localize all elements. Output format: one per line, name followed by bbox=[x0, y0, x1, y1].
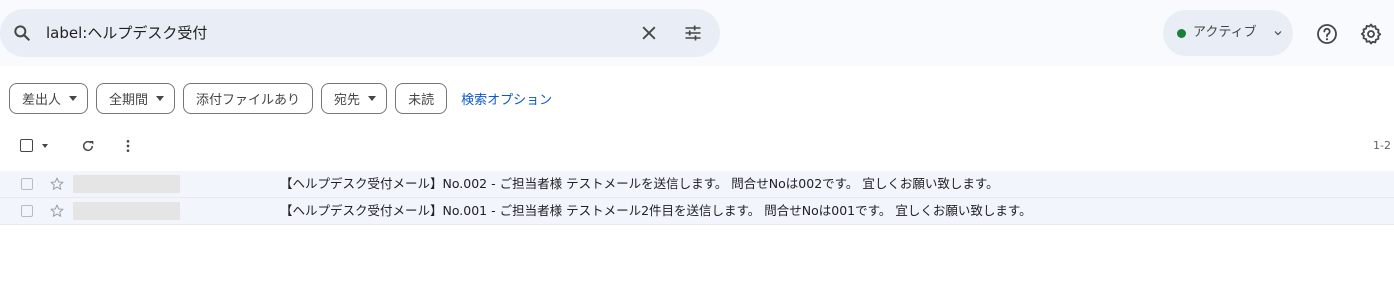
sender-redacted bbox=[73, 202, 180, 220]
filter-chip-label: 宛先 bbox=[334, 92, 361, 108]
email-row[interactable]: 【ヘルプデスク受付メール】No.001 - ご担当者様 テストメール2件目を送信… bbox=[0, 198, 1394, 225]
filter-chip-date[interactable]: 全期間 bbox=[96, 82, 176, 114]
filter-chip-label: 全期間 bbox=[109, 92, 149, 108]
sender-redacted bbox=[73, 175, 180, 193]
row-checkbox[interactable] bbox=[21, 178, 33, 190]
email-content: 【ヘルプデスク受付メール】No.001 - ご担当者様 テストメール2件目を送信… bbox=[280, 202, 1032, 220]
caret-down-icon bbox=[69, 95, 78, 101]
search-icon[interactable] bbox=[12, 23, 32, 43]
refresh-icon[interactable] bbox=[80, 138, 96, 154]
status-label: アクティブ bbox=[1193, 25, 1257, 40]
email-list: 【ヘルプデスク受付メール】No.002 - ご担当者様 テストメールを送信します… bbox=[0, 171, 1394, 225]
list-toolbar: 1-2 bbox=[0, 130, 1394, 162]
subject-separator: - bbox=[487, 203, 500, 218]
filter-chip-label: 差出人 bbox=[22, 92, 62, 108]
email-snippet: ご担当者様 テストメールを送信します。 問合せNoは002です。 宜しくお願い致… bbox=[499, 176, 999, 191]
more-vert-icon[interactable] bbox=[120, 138, 136, 154]
filter-chips: 差出人 全期間 添付ファイルあり 宛先 未読 検索オプション bbox=[9, 82, 552, 114]
star-icon[interactable] bbox=[49, 203, 65, 219]
chevron-down-icon bbox=[1274, 31, 1282, 36]
email-snippet: ご担当者様 テストメール2件目を送信します。 問合せNoは001です。 宜しくお… bbox=[499, 203, 1032, 218]
caret-down-icon bbox=[368, 95, 377, 101]
email-content: 【ヘルプデスク受付メール】No.002 - ご担当者様 テストメールを送信します… bbox=[280, 175, 999, 193]
filter-chip-from[interactable]: 差出人 bbox=[9, 82, 89, 114]
filter-chip-label: 未読 bbox=[408, 92, 435, 108]
filter-chip-label: 添付ファイルあり bbox=[196, 92, 301, 108]
select-all-checkbox[interactable] bbox=[20, 139, 33, 152]
tune-icon[interactable] bbox=[683, 23, 703, 43]
email-row[interactable]: 【ヘルプデスク受付メール】No.002 - ご担当者様 テストメールを送信します… bbox=[0, 171, 1394, 198]
caret-down-icon bbox=[156, 95, 165, 101]
row-checkbox[interactable] bbox=[21, 205, 33, 217]
select-menu-caret-icon[interactable] bbox=[42, 144, 48, 148]
search-input[interactable]: label:ヘルプデスク受付 bbox=[46, 23, 207, 43]
top-bar: label:ヘルプデスク受付 アクティブ bbox=[0, 0, 1394, 66]
subject-separator: - bbox=[487, 176, 500, 191]
close-icon[interactable] bbox=[639, 23, 659, 43]
filter-chip-attachment[interactable]: 添付ファイルあり bbox=[183, 82, 314, 114]
filter-chip-to[interactable]: 宛先 bbox=[321, 82, 388, 114]
search-bar[interactable]: label:ヘルプデスク受付 bbox=[0, 9, 720, 57]
email-subject: 【ヘルプデスク受付メール】No.002 bbox=[280, 176, 488, 191]
email-subject: 【ヘルプデスク受付メール】No.001 bbox=[280, 203, 488, 218]
filter-chip-unread[interactable]: 未読 bbox=[395, 82, 448, 114]
star-icon[interactable] bbox=[49, 176, 65, 192]
pagination-range: 1-2 bbox=[1373, 139, 1391, 152]
gear-icon[interactable] bbox=[1359, 22, 1383, 46]
status-dot bbox=[1177, 29, 1186, 38]
help-icon[interactable] bbox=[1315, 22, 1339, 46]
advanced-search-link[interactable]: 検索オプション bbox=[461, 89, 552, 108]
status-selector[interactable]: アクティブ bbox=[1163, 10, 1293, 56]
